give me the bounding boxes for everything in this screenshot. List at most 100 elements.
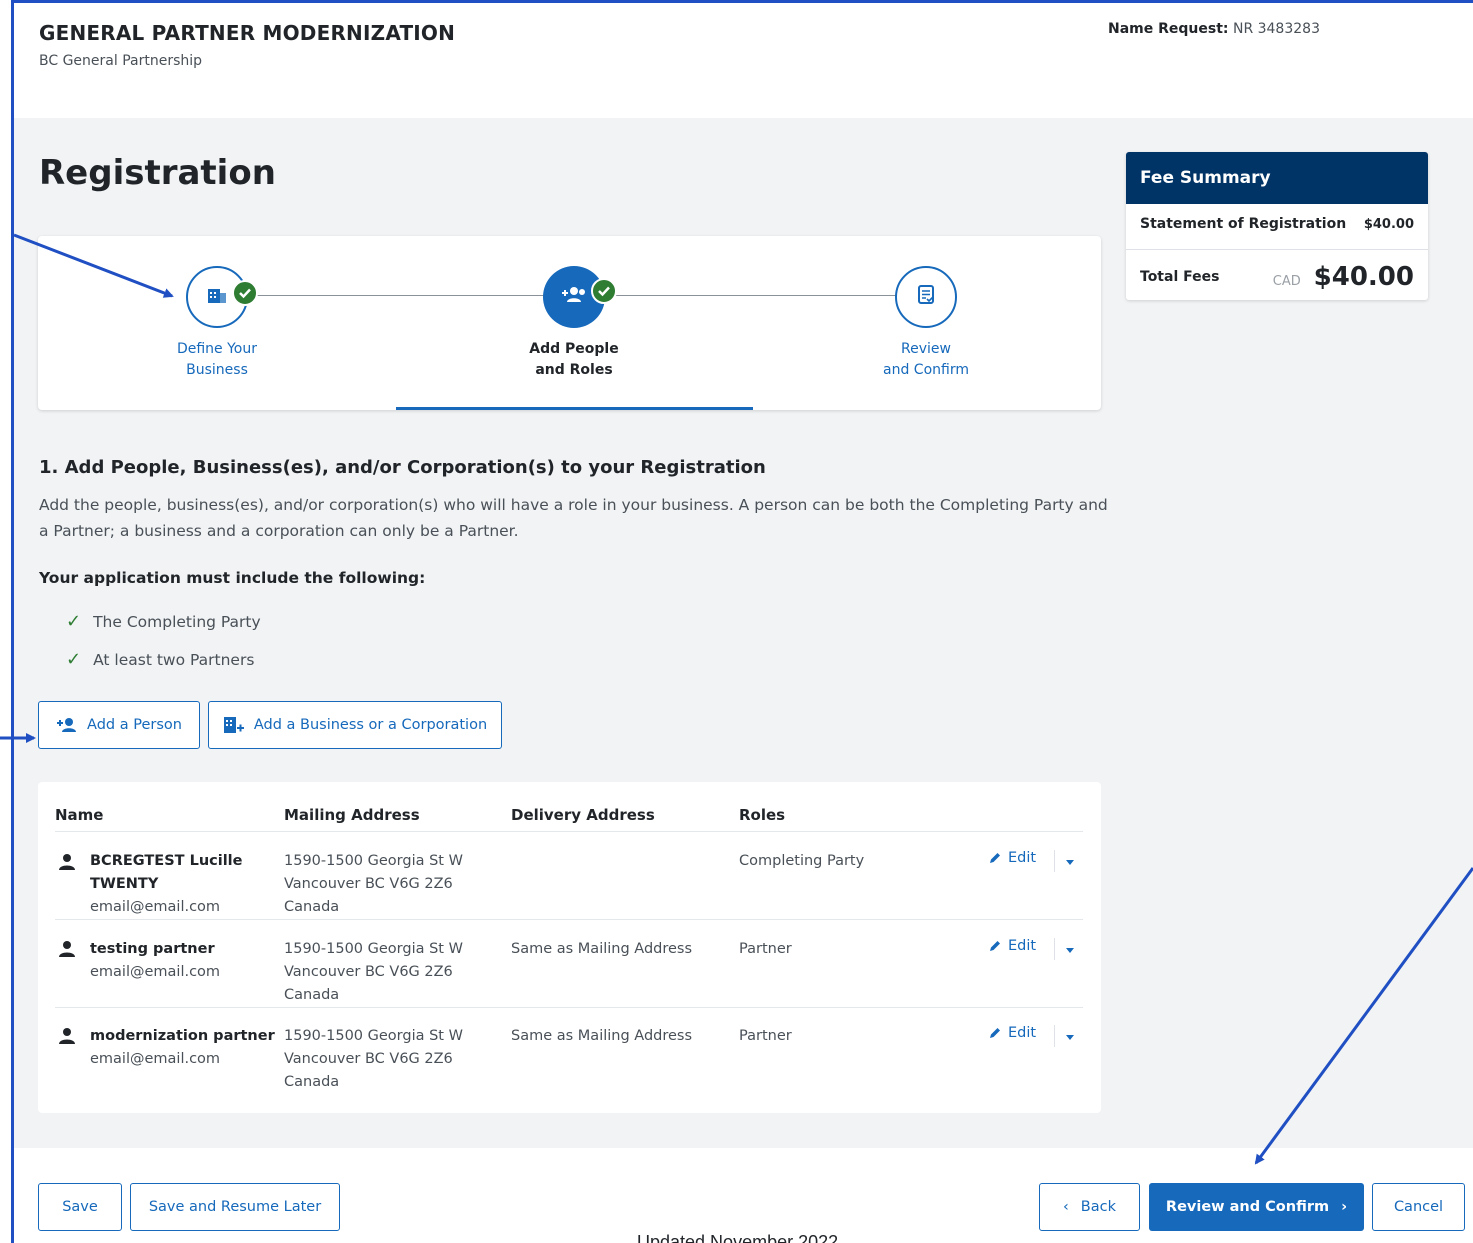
- fee-summary-title: Fee Summary: [1126, 152, 1428, 204]
- review-icon: [917, 285, 935, 309]
- edit-button[interactable]: Edit: [988, 1025, 1036, 1041]
- row-role-cell: Completing Party: [739, 853, 865, 869]
- person-email: email@email.com: [90, 964, 221, 980]
- review-confirm-button[interactable]: Review and Confirm ›: [1149, 1183, 1364, 1231]
- step-label[interactable]: Review and Confirm: [836, 339, 1016, 381]
- save-resume-label: Save and Resume Later: [148, 1199, 322, 1215]
- step-circle[interactable]: [543, 266, 617, 328]
- table-divider: [55, 1007, 1083, 1008]
- add-person-label: Add a Person: [87, 717, 182, 733]
- row-role-cell: Partner: [739, 941, 792, 957]
- fee-total: Total Fees CAD $40.00: [1140, 262, 1414, 292]
- person-name: modernization partner: [90, 1028, 275, 1044]
- fee-total-amount: $40.00: [1313, 262, 1414, 292]
- row-name-cell: modernization partner email@email.com: [90, 1025, 275, 1071]
- check-icon: ✓: [66, 649, 82, 670]
- name-request: Name Request: NR 3483283: [1108, 21, 1320, 37]
- step-label-line: and Confirm: [883, 362, 969, 378]
- column-header-mailing: Mailing Address: [284, 806, 420, 824]
- save-resume-later-button[interactable]: Save and Resume Later: [130, 1183, 340, 1231]
- address-line: 1590-1500 Georgia St W: [284, 1028, 463, 1044]
- address-line: 1590-1500 Georgia St W: [284, 853, 463, 869]
- pencil-icon: [988, 939, 1002, 953]
- save-button[interactable]: Save: [38, 1183, 122, 1231]
- requirement-item: ✓ The Completing Party: [66, 611, 261, 632]
- check-icon: [232, 280, 258, 306]
- edit-button[interactable]: Edit: [988, 938, 1036, 954]
- cancel-label: Cancel: [1393, 1199, 1444, 1215]
- address-line: Canada: [284, 987, 340, 1003]
- fee-item-label: Statement of Registration: [1140, 216, 1347, 232]
- fee-total-value: CAD $40.00: [1273, 262, 1414, 292]
- row-mailing-cell: 1590-1500 Georgia St W Vancouver BC V6G …: [284, 938, 463, 1007]
- row-delivery-cell: Same as Mailing Address: [511, 941, 693, 957]
- pencil-icon: [988, 851, 1002, 865]
- fee-item-amount: $40.00: [1363, 216, 1414, 232]
- address-line: Vancouver BC V6G 2Z6: [284, 876, 453, 892]
- requirement-item: ✓ At least two Partners: [66, 649, 254, 670]
- header-title: GENERAL PARTNER MODERNIZATION: [39, 21, 456, 45]
- section-title: 1. Add People, Business(es), and/or Corp…: [39, 457, 766, 478]
- chevron-down-icon[interactable]: [1066, 860, 1074, 865]
- column-header-name: Name: [55, 806, 104, 824]
- fee-divider: [1126, 249, 1428, 250]
- row-name-cell: BCREGTEST Lucille TWENTY email@email.com: [90, 850, 243, 919]
- building-icon: [206, 285, 228, 309]
- address-line: Vancouver BC V6G 2Z6: [284, 964, 453, 980]
- add-person-button[interactable]: Add a Person: [38, 701, 200, 749]
- edit-label: Edit: [1008, 850, 1037, 866]
- step-label-line: Add People: [529, 341, 619, 357]
- address-line: 1590-1500 Georgia St W: [284, 941, 463, 957]
- edit-separator: [1054, 850, 1055, 872]
- requirement-text: The Completing Party: [93, 612, 261, 631]
- requirement-text: At least two Partners: [93, 650, 255, 669]
- add-business-icon: [223, 715, 245, 735]
- page-title: Registration: [39, 153, 276, 193]
- address-line: Canada: [284, 1074, 340, 1090]
- name-request-value: NR 3483283: [1232, 21, 1320, 37]
- person-email: email@email.com: [90, 1051, 221, 1067]
- person-email: email@email.com: [90, 899, 221, 915]
- chevron-down-icon[interactable]: [1066, 948, 1074, 953]
- person-name-line2: TWENTY: [90, 876, 159, 892]
- step-circle[interactable]: [186, 266, 258, 328]
- updated-note: Updated November 2022: [637, 1232, 839, 1243]
- step-label[interactable]: Add People and Roles: [484, 339, 664, 381]
- back-button[interactable]: ‹ Back: [1039, 1183, 1140, 1231]
- cancel-button[interactable]: Cancel: [1372, 1183, 1465, 1231]
- step-define-business[interactable]: Define Your Business: [127, 266, 307, 381]
- edit-separator: [1054, 938, 1055, 960]
- active-step-indicator: [396, 407, 753, 410]
- edit-button[interactable]: Edit: [988, 850, 1036, 866]
- table-divider: [55, 919, 1083, 920]
- step-add-people[interactable]: Add People and Roles: [484, 266, 664, 381]
- header-subtitle: BC General Partnership: [39, 53, 203, 69]
- requirements-title: Your application must include the follow…: [39, 569, 426, 587]
- row-role-cell: Partner: [739, 1028, 792, 1044]
- step-label-line: Define Your: [176, 341, 258, 357]
- step-label-line: Review: [901, 341, 951, 357]
- row-mailing-cell: 1590-1500 Georgia St W Vancouver BC V6G …: [284, 850, 463, 919]
- person-icon: [58, 853, 76, 875]
- chevron-left-icon: ‹: [1062, 1199, 1069, 1215]
- save-label: Save: [62, 1199, 98, 1215]
- fee-line-item: Statement of Registration $40.00: [1140, 216, 1414, 232]
- check-icon: ✓: [66, 611, 82, 632]
- person-icon: [58, 1027, 76, 1049]
- person-icon: [58, 940, 76, 962]
- section-description: Add the people, business(es), and/or cor…: [39, 496, 1108, 540]
- people-table: Name Mailing Address Delivery Address Ro…: [38, 782, 1101, 1113]
- edit-separator: [1054, 1025, 1055, 1047]
- person-name: testing partner: [90, 941, 215, 957]
- person-name: BCREGTEST Lucille: [90, 853, 243, 869]
- step-label[interactable]: Define Your Business: [127, 339, 307, 381]
- add-business-button[interactable]: Add a Business or a Corporation: [208, 701, 502, 749]
- add-person-icon: [56, 717, 78, 733]
- chevron-down-icon[interactable]: [1066, 1035, 1074, 1040]
- step-circle[interactable]: [895, 266, 957, 328]
- chevron-right-icon: ›: [1341, 1199, 1348, 1215]
- step-review-confirm[interactable]: Review and Confirm: [836, 266, 1016, 381]
- fee-total-label: Total Fees: [1140, 269, 1220, 285]
- row-name-cell: testing partner email@email.com: [90, 938, 220, 984]
- add-business-label: Add a Business or a Corporation: [253, 717, 488, 733]
